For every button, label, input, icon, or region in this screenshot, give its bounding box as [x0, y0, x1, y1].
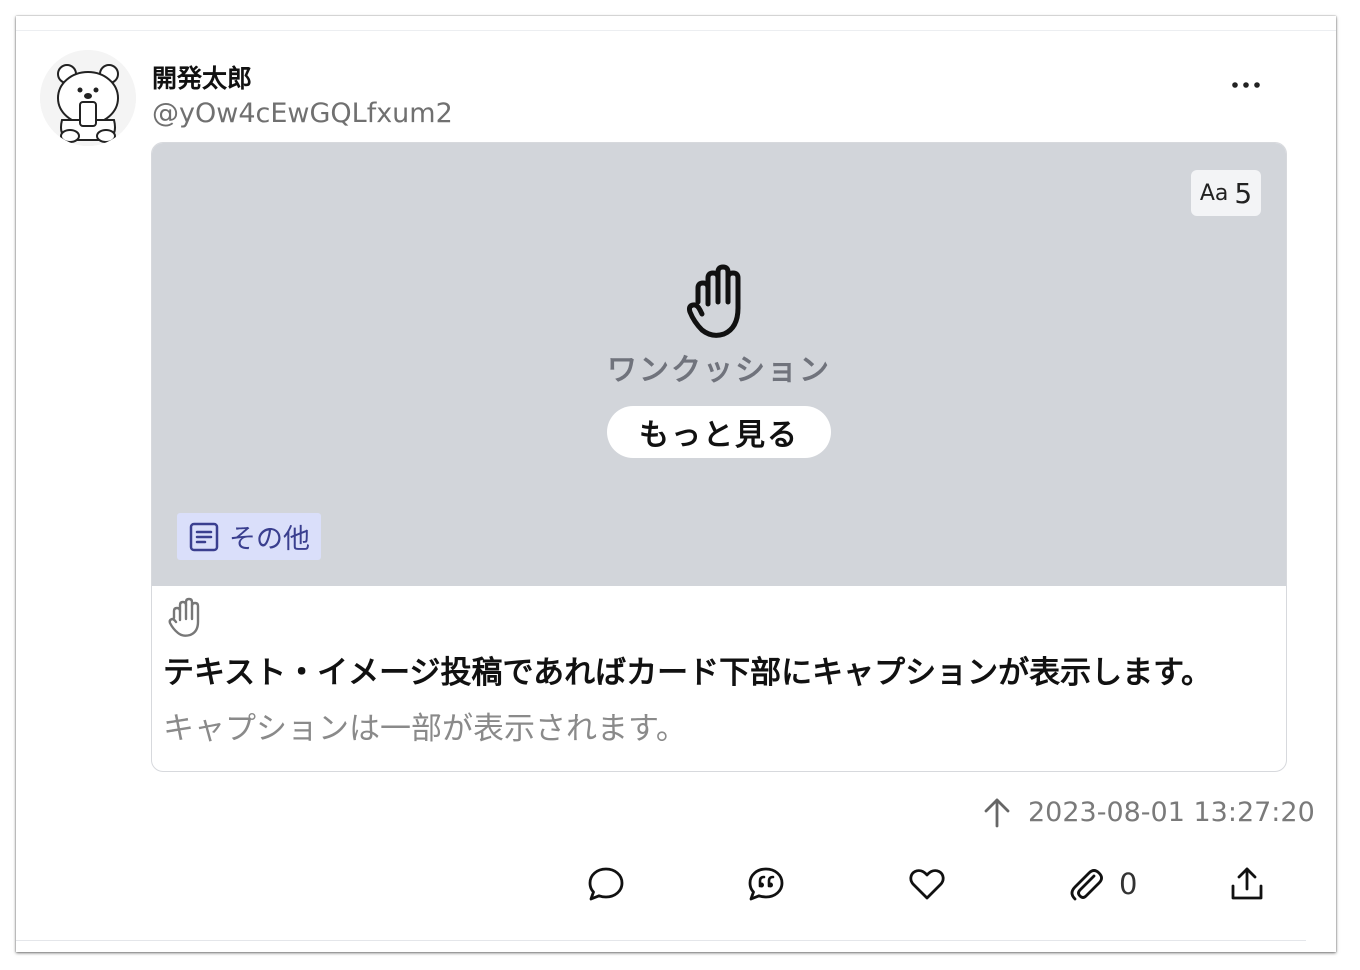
- paperclip-icon: [1070, 869, 1103, 901]
- more-options-button[interactable]: [1226, 70, 1266, 100]
- hand-stop-icon: [684, 258, 754, 342]
- caption-hand-stop-icon: [166, 596, 204, 638]
- card-preview: Aa 5 ワンクッション もっと見る その他: [152, 143, 1286, 586]
- author-display-name[interactable]: 開発太郎: [152, 64, 252, 94]
- category-label: その他: [229, 524, 310, 555]
- bear-avatar-icon: [40, 50, 136, 146]
- content-warning-label: ワンクッション: [607, 353, 831, 388]
- timestamp-row: 2023-08-01 13:27:20: [980, 792, 1315, 832]
- caption-body: キャプションは一部が表示されます。: [163, 711, 687, 747]
- more-horizontal-icon: [1232, 82, 1260, 88]
- quote-button[interactable]: [746, 864, 786, 904]
- font-size-badge[interactable]: Aa 5: [1191, 170, 1261, 216]
- category-badge[interactable]: その他: [177, 513, 321, 560]
- document-icon: [188, 521, 220, 553]
- top-divider: [16, 30, 1336, 31]
- font-badge-count: 5: [1234, 176, 1253, 210]
- share-button[interactable]: [1227, 864, 1267, 904]
- post-container: 開発太郎 @yOw4cEwGQLfxum2 Aa 5 ワンクッション もっと見る…: [16, 16, 1336, 952]
- share-upload-icon: [1231, 867, 1263, 900]
- author-handle[interactable]: @yOw4cEwGQLfxum2: [152, 98, 453, 130]
- see-more-button[interactable]: もっと見る: [607, 406, 831, 458]
- clip-count: 0: [1119, 867, 1138, 901]
- post-timestamp: 2023-08-01 13:27:20: [1028, 796, 1315, 828]
- like-button[interactable]: [907, 864, 947, 904]
- arrow-up-icon: [980, 794, 1014, 830]
- quote-bubble-icon: [748, 867, 784, 901]
- clip-button[interactable]: [1066, 864, 1106, 904]
- caption-title: テキスト・イメージ投稿であればカード下部にキャプションが表示します。: [163, 655, 1213, 691]
- bottom-divider: [16, 940, 1306, 941]
- post-card[interactable]: Aa 5 ワンクッション もっと見る その他 テキスト・イメージ投稿であればカー…: [151, 142, 1287, 772]
- reply-button[interactable]: [586, 864, 626, 904]
- avatar[interactable]: [40, 50, 136, 146]
- font-badge-aa: Aa: [1199, 180, 1229, 206]
- heart-icon: [909, 869, 945, 900]
- speech-bubble-icon: [588, 867, 624, 901]
